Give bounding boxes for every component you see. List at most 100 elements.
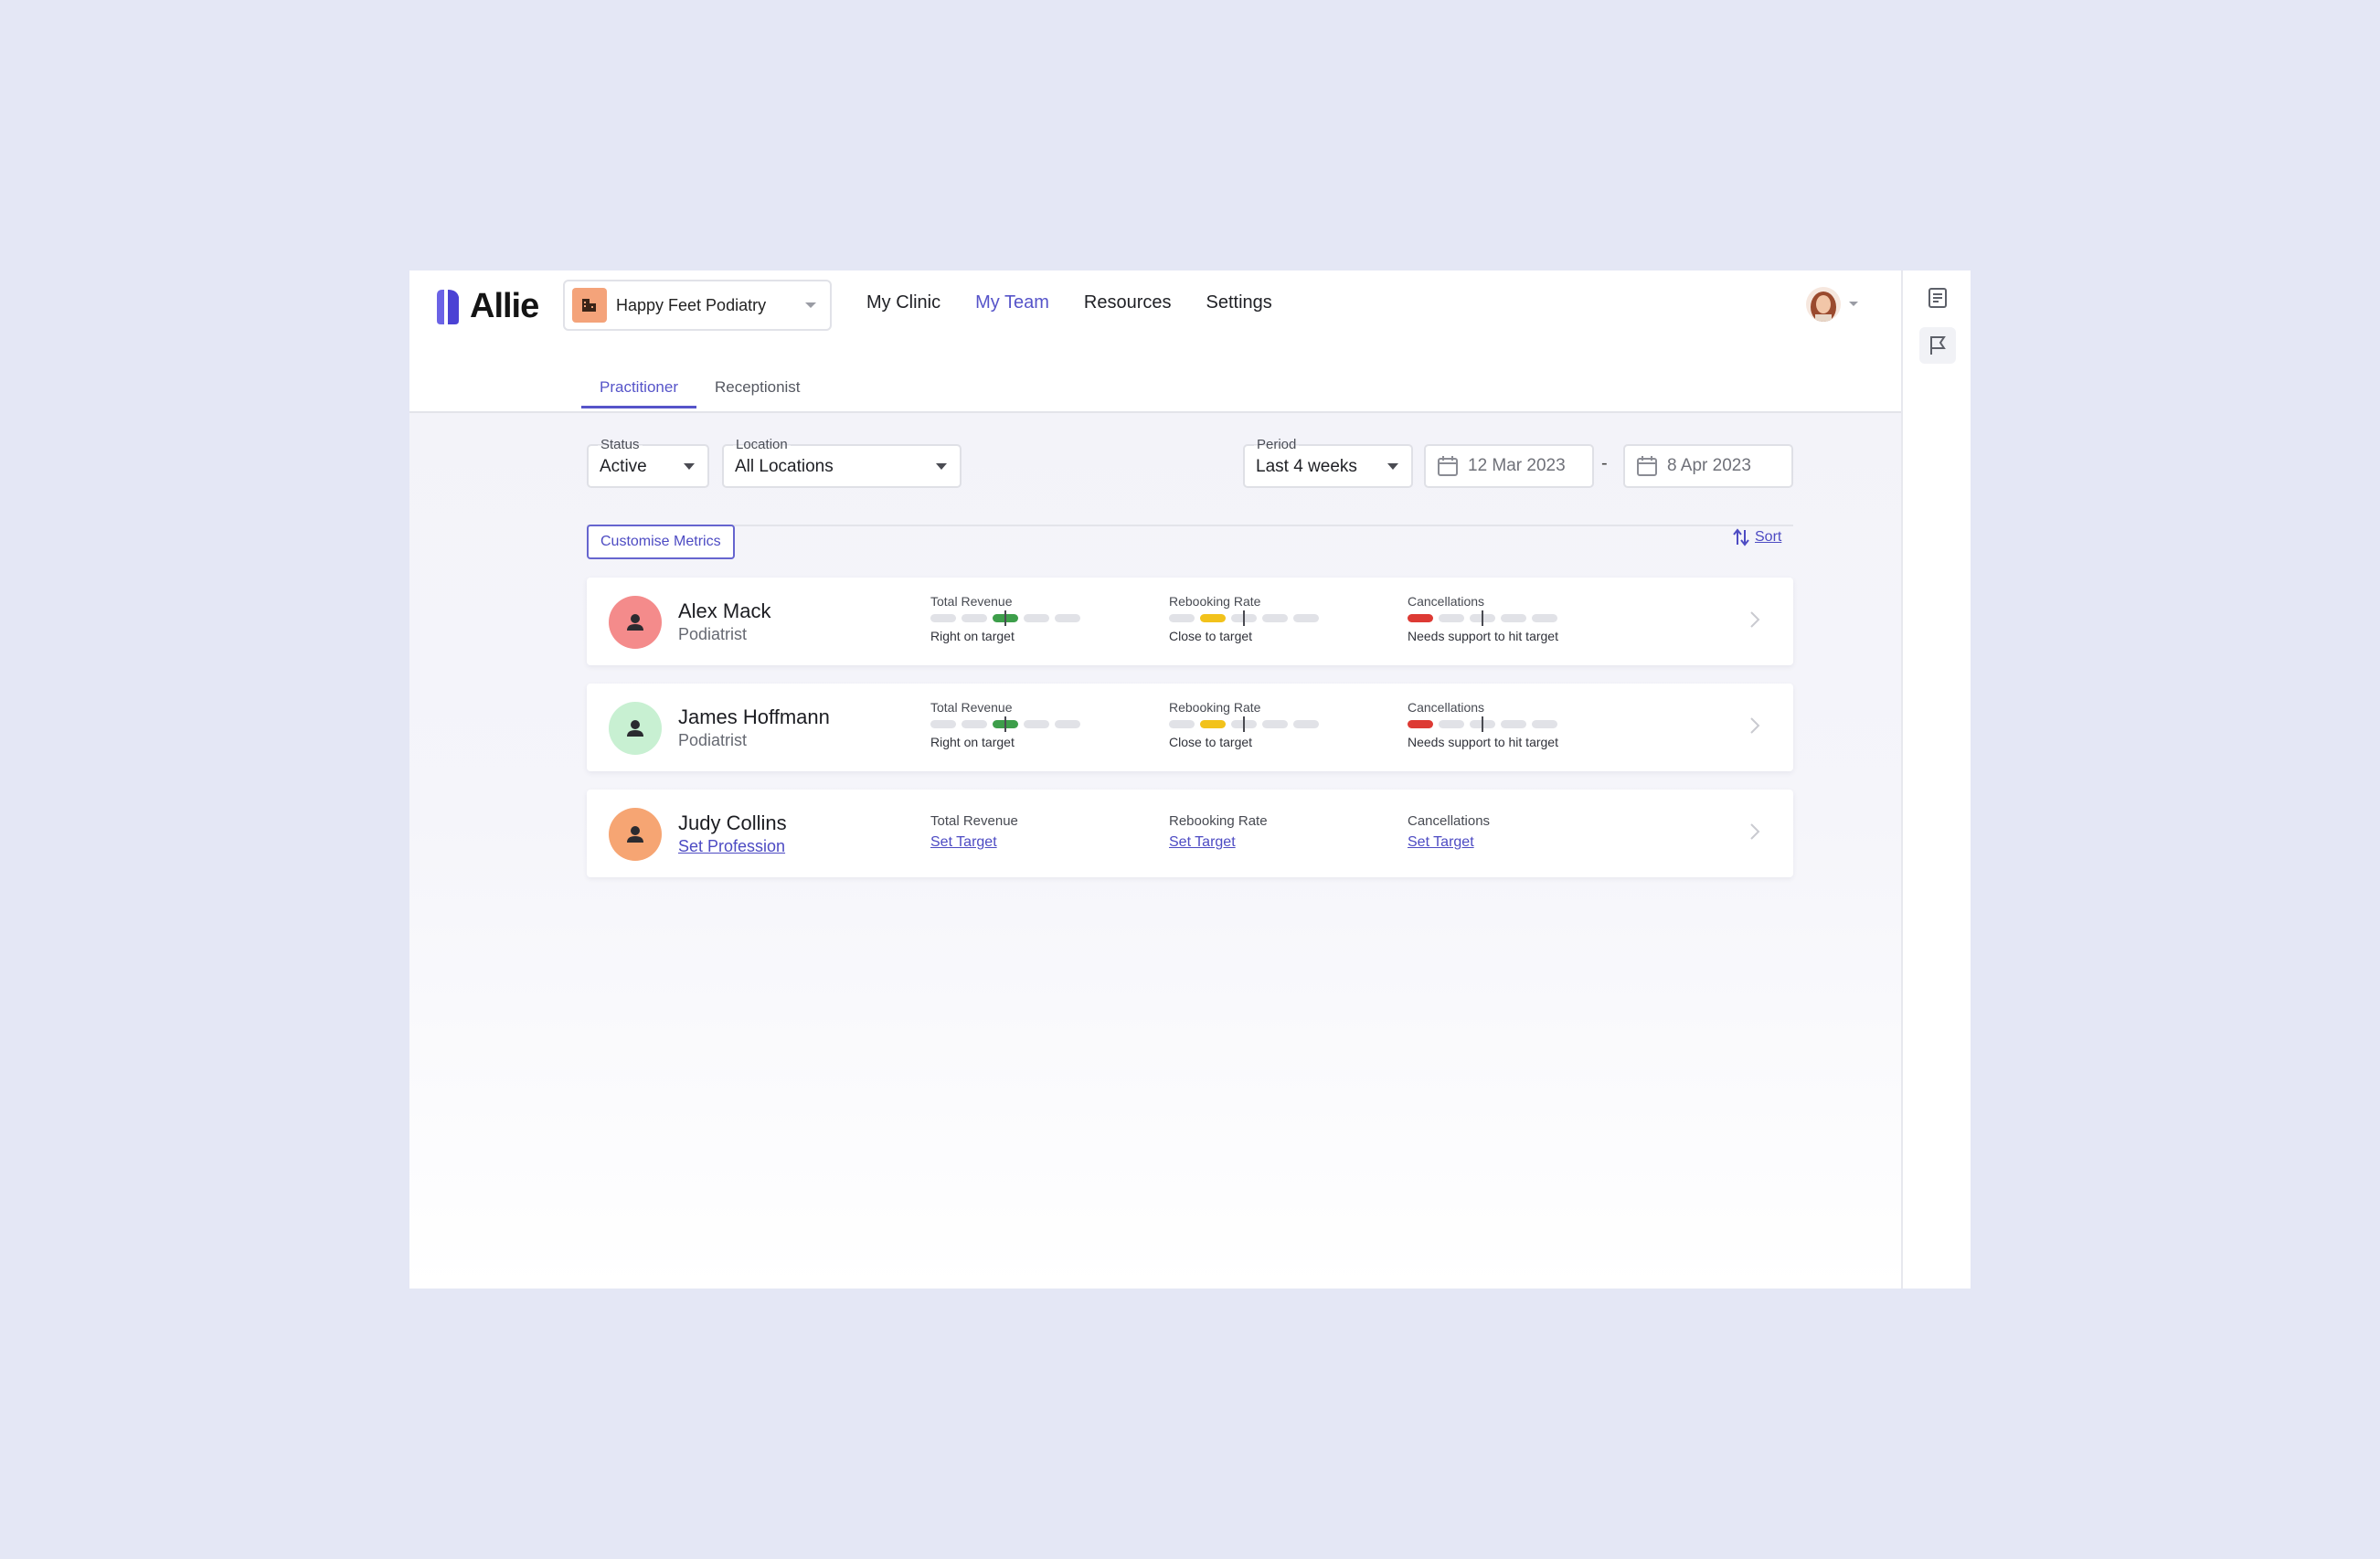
chevron-right-icon[interactable] — [1749, 716, 1760, 735]
caret-down-icon — [936, 463, 947, 470]
nav-settings[interactable]: Settings — [1206, 292, 1272, 313]
customise-metrics-button[interactable]: Customise Metrics — [587, 525, 735, 559]
location-select[interactable]: Location All Locations — [722, 437, 962, 488]
bar-segment — [1055, 614, 1080, 622]
metric-total-revenue: Total Revenue Set Target — [930, 813, 1018, 851]
member-role: Podiatrist — [678, 731, 748, 749]
period-select[interactable]: Period Last 4 weeks — [1243, 437, 1413, 488]
calendar-icon — [1438, 456, 1458, 476]
end-date-input[interactable]: 8 Apr 2023 — [1623, 444, 1793, 488]
bar-segment — [1262, 720, 1288, 728]
bar-segment — [1532, 614, 1557, 622]
metric-bar — [1408, 716, 1557, 732]
nav-my-team[interactable]: My Team — [975, 292, 1049, 313]
caret-down-icon — [684, 463, 695, 470]
metric-label: Rebooking Rate — [1169, 813, 1268, 829]
set-target-link[interactable]: Set Target — [1408, 834, 1490, 851]
metric-bar — [930, 610, 1080, 626]
bar-segment — [930, 614, 956, 622]
flag-button[interactable] — [1919, 327, 1956, 364]
user-menu[interactable] — [1806, 287, 1859, 322]
metric-label: Total Revenue — [930, 700, 1013, 715]
tab-receptionist[interactable]: Receptionist — [696, 371, 819, 408]
app-window: Allie Happy Feet Podiatry My Clinic My T… — [409, 270, 1971, 1289]
avatar — [609, 702, 662, 755]
bar-segment — [1262, 614, 1288, 622]
tab-practitioner[interactable]: Practitioner — [581, 371, 696, 408]
bar-segment — [962, 720, 987, 728]
document-icon — [1928, 288, 1947, 308]
target-marker — [1482, 716, 1483, 732]
member-role: Podiatrist — [678, 625, 748, 643]
metric-cancellations: Cancellations Set Target — [1408, 813, 1490, 851]
target-marker — [1243, 716, 1245, 732]
chevron-right-icon[interactable] — [1749, 822, 1760, 841]
start-date-value: 12 Mar 2023 — [1468, 456, 1566, 475]
set-target-link[interactable]: Set Target — [930, 834, 1018, 851]
bar-segment — [1024, 614, 1049, 622]
bar-segment — [1501, 720, 1526, 728]
sort-arrows-icon — [1733, 528, 1749, 546]
notes-button[interactable] — [1919, 280, 1956, 316]
bar-segment-active — [1200, 720, 1226, 728]
metric-label: Cancellations — [1408, 813, 1491, 829]
main-panel: Allie Happy Feet Podiatry My Clinic My T… — [409, 270, 1901, 1289]
start-date-input[interactable]: 12 Mar 2023 — [1424, 444, 1594, 488]
person-icon — [627, 720, 643, 737]
clinic-name: Happy Feet Podiatry — [616, 295, 767, 314]
sort-label: Sort — [1755, 529, 1782, 545]
set-target-link[interactable]: Set Target — [1169, 834, 1268, 851]
clinic-selector[interactable]: Happy Feet Podiatry — [563, 280, 832, 331]
bar-segment — [1293, 720, 1319, 728]
metric-label: Rebooking Rate — [1169, 594, 1261, 609]
metric-status: Close to target — [1169, 735, 1253, 749]
calendar-icon — [1637, 456, 1657, 476]
metric-label: Total Revenue — [930, 813, 1018, 829]
bar-segment — [1024, 720, 1049, 728]
bar-segment — [1231, 610, 1257, 626]
person-icon — [627, 614, 643, 631]
bar-segment-active — [993, 610, 1018, 626]
bar-segment-active — [1200, 614, 1226, 622]
metric-label: Rebooking Rate — [1169, 700, 1261, 715]
chevron-right-icon[interactable] — [1749, 610, 1760, 629]
role-tabs: Practitioner Receptionist — [581, 371, 819, 408]
bar-segment — [1501, 614, 1526, 622]
top-header: Allie Happy Feet Podiatry My Clinic My T… — [409, 270, 1901, 413]
bar-segment-active — [1408, 614, 1433, 622]
metric-total-revenue: Total Revenue Right on target — [930, 700, 1080, 749]
metric-bar — [1408, 610, 1557, 626]
caret-down-icon — [1387, 463, 1398, 470]
metric-status: Right on target — [930, 629, 1015, 643]
sort-button[interactable]: Sort — [1733, 528, 1781, 546]
bar-segment — [1439, 614, 1464, 622]
location-label: Location — [733, 437, 791, 452]
metric-bar — [1169, 716, 1319, 732]
metric-status: Needs support to hit target — [1408, 735, 1558, 749]
period-label: Period — [1254, 437, 1300, 452]
bar-segment-active — [993, 716, 1018, 732]
nav-resources[interactable]: Resources — [1084, 292, 1172, 313]
status-select[interactable]: Status Active — [587, 437, 709, 488]
person-icon — [627, 826, 643, 843]
building-icon — [572, 288, 607, 323]
team-member-card[interactable]: Alex Mack Podiatrist Total Revenue Right… — [587, 578, 1793, 665]
set-profession-link[interactable]: Set Profession — [678, 837, 785, 856]
bar-segment — [1470, 610, 1495, 626]
metric-total-revenue: Total Revenue Right on target — [930, 594, 1080, 643]
date-separator: - — [1601, 453, 1608, 473]
right-rail — [1901, 270, 1971, 1289]
metric-bar — [930, 716, 1080, 732]
team-member-card[interactable]: James Hoffmann Podiatrist Total Revenue … — [587, 684, 1793, 771]
target-marker — [1004, 716, 1006, 732]
logo-text: Allie — [470, 287, 539, 325]
period-value: Last 4 weeks — [1256, 457, 1357, 476]
metric-status: Right on target — [930, 735, 1015, 749]
avatar — [609, 596, 662, 649]
nav-my-clinic[interactable]: My Clinic — [866, 292, 940, 313]
status-value: Active — [600, 457, 647, 476]
bar-segment — [1532, 720, 1557, 728]
logo[interactable]: Allie — [435, 287, 539, 326]
team-member-card[interactable]: Judy Collins Set Profession Total Revenu… — [587, 790, 1793, 877]
filter-bar: Status Active Location All Locations Per… — [587, 437, 1793, 526]
